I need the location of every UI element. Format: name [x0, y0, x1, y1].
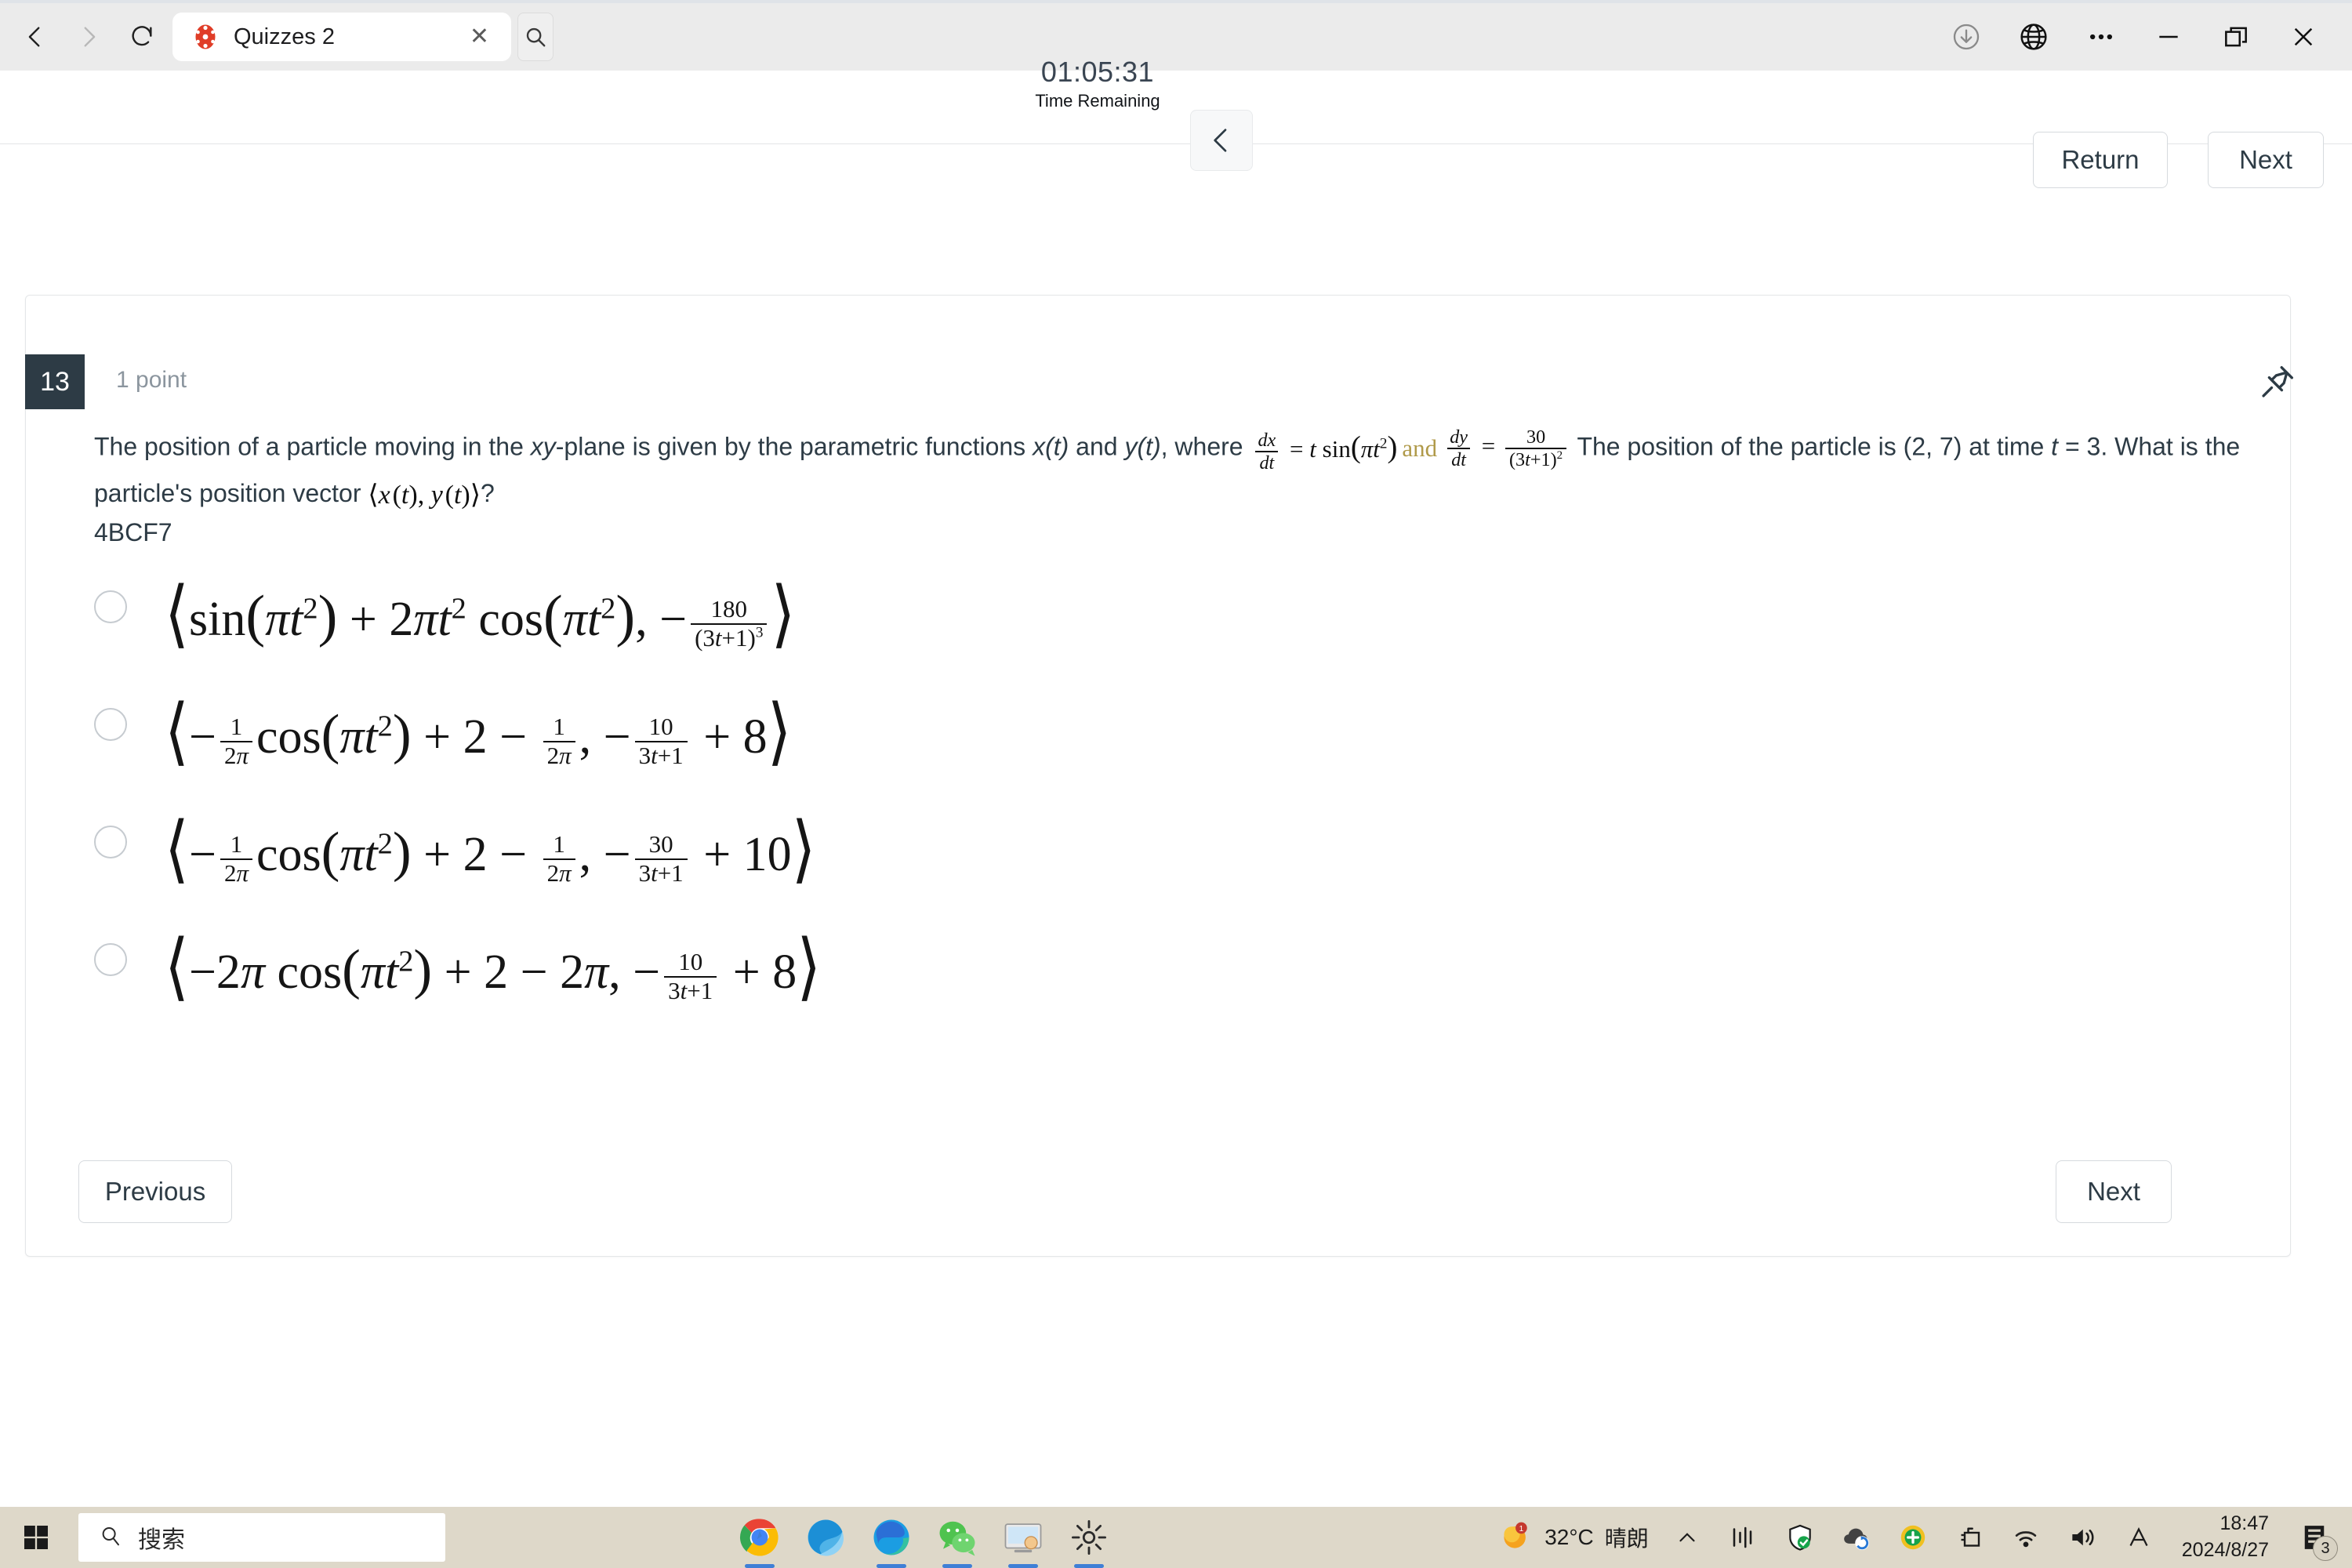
question-text-yt: y(t)	[1124, 432, 1161, 461]
browser-tab-title: Quizzes 2	[234, 24, 335, 49]
app-active-indicator	[942, 1564, 972, 1568]
question-text: The position of a particle moving in the…	[94, 423, 2281, 517]
option-b-math: ⟨− 1 2π cos(πt2) + 2 − 1 2π, −10 3t+1 + 8⟩	[165, 691, 792, 773]
previous-button[interactable]: Previous	[78, 1160, 232, 1223]
app-active-indicator	[877, 1564, 906, 1568]
question-body: The position of a particle moving in the…	[94, 423, 2281, 547]
window-controls	[1949, 20, 2352, 54]
search-icon	[99, 1524, 122, 1552]
option-c-math: ⟨− 1 2π cos(πt2) + 2 − 1 2π, −30 3t+1 + 10⟩	[165, 808, 816, 891]
browser-tab[interactable]: Quizzes 2 ✕	[172, 13, 511, 61]
more-horizontal-icon[interactable]	[2084, 20, 2118, 54]
question-points: 1 point	[116, 367, 187, 393]
question-text-xt: x(t)	[1033, 432, 1069, 461]
usb-eject-icon[interactable]	[1951, 1519, 1987, 1555]
windows-taskbar: 搜索 1 32°C 晴朗 18:47 2024/8/27 3	[0, 1507, 2352, 1568]
pin-icon[interactable]	[2258, 362, 2297, 401]
vector-notation: ⟨x (t), y (t)⟩	[368, 480, 481, 510]
taskbar-apps	[735, 1513, 1113, 1568]
tab-search-icon[interactable]	[517, 13, 554, 61]
clock-date: 2024/8/27	[2181, 1539, 2269, 1561]
option-d-math: ⟨−2π cos(πt2) + 2 − 2π, −10 3t+1 + 8⟩	[165, 926, 822, 1008]
settings-taskbar-icon[interactable]	[1065, 1513, 1113, 1568]
collapse-sidebar-button[interactable]	[1190, 110, 1253, 171]
quiz-header: 01:05:31 Time Remaining Return Next	[0, 58, 2352, 188]
svg-text:1: 1	[1519, 1525, 1524, 1534]
weather-condition: 晴朗	[1604, 1526, 1649, 1551]
notification-center-button[interactable]: 3	[2294, 1517, 2338, 1561]
edge-taskbar-icon[interactable]	[867, 1513, 916, 1568]
next-button-header[interactable]: Next	[2208, 132, 2324, 188]
option-a-math: ⟨sin(πt2) + 2πt2 cos(πt2), −180 (3t+1)3 ⟩	[165, 573, 796, 655]
volume-icon[interactable]	[2064, 1519, 2100, 1555]
ime-language-icon[interactable]	[2121, 1519, 2157, 1555]
option-a-row[interactable]: ⟨sin(πt2) + 2πt2 cos(πt2), −180 (3t+1)3 ⟩	[94, 573, 2211, 702]
question-text-and: and	[1069, 432, 1125, 461]
answer-options: ⟨sin(πt2) + 2πt2 cos(πt2), −180 (3t+1)3 ⟩ …	[94, 573, 2211, 1054]
globe-icon[interactable]	[2016, 20, 2051, 54]
forward-icon[interactable]	[71, 19, 107, 55]
wechat-taskbar-icon[interactable]	[933, 1513, 982, 1568]
question-text-p6: ?	[481, 478, 495, 507]
question-text-p2: -plane is given by the parametric functi…	[555, 432, 1033, 461]
remote-desktop-taskbar-icon[interactable]	[999, 1513, 1047, 1568]
question-card-footer: Previous Next	[25, 1160, 2291, 1248]
option-c-row[interactable]: ⟨− 1 2π cos(πt2) + 2 − 1 2π, −30 3t+1 + 10⟩	[94, 808, 2211, 937]
weather-widget[interactable]: 1 32°C 晴朗	[1499, 1519, 1649, 1557]
update-icon[interactable]	[1895, 1519, 1931, 1555]
audio-mixer-icon[interactable]	[1726, 1519, 1762, 1555]
question-text-p4: The position of the particle is (2, 7) a…	[1570, 432, 2052, 461]
question-text-xy: xy	[530, 432, 556, 461]
app-active-indicator	[1074, 1564, 1104, 1568]
windows-start-icon[interactable]	[0, 1507, 72, 1568]
system-tray: 1 32°C 晴朗 18:47 2024/8/27 3	[1499, 1511, 2352, 1564]
notification-count: 3	[2313, 1536, 2338, 1561]
browser-toolbar: Quizzes 2 ✕	[0, 3, 2352, 71]
taskbar-search-input[interactable]: 搜索	[78, 1513, 445, 1562]
option-c-radio[interactable]	[94, 826, 127, 858]
close-tab-icon[interactable]: ✕	[465, 22, 494, 52]
minimize-icon[interactable]	[2151, 20, 2186, 54]
question-number-badge: 13	[25, 354, 85, 409]
close-icon[interactable]	[2286, 20, 2321, 54]
formula-dy-dt: dy dt = 30 (3t+1)2	[1442, 426, 1570, 470]
option-b-row[interactable]: ⟨− 1 2π cos(πt2) + 2 − 1 2π, −10 3t+1 + 8⟩	[94, 691, 2211, 819]
wifi-icon[interactable]	[2008, 1519, 2044, 1555]
option-a-radio[interactable]	[94, 590, 127, 623]
taskbar-clock[interactable]: 18:47 2024/8/27	[2182, 1511, 2269, 1564]
option-b-radio[interactable]	[94, 708, 127, 741]
quiz-timer: 01:05:31 Time Remaining	[1027, 58, 1168, 111]
formula-conjunction: and	[1402, 434, 1438, 462]
canvas-lms-icon	[191, 23, 220, 51]
question-text-p3: , where	[1160, 432, 1250, 461]
taskbar-search-placeholder: 搜索	[138, 1527, 185, 1553]
show-hidden-icons-chevron[interactable]	[1669, 1519, 1705, 1555]
app-active-indicator	[745, 1564, 775, 1568]
option-d-row[interactable]: ⟨−2π cos(πt2) + 2 − 2π, −10 3t+1 + 8⟩	[94, 926, 2211, 1054]
screen: Quizzes 2 ✕ 01:05:31 Time Remaining Retu…	[0, 0, 2352, 1568]
download-circle-icon[interactable]	[1949, 20, 1984, 54]
navigation-buttons	[0, 19, 160, 55]
return-button[interactable]: Return	[2033, 132, 2168, 188]
app-active-indicator	[1008, 1564, 1038, 1568]
option-d-radio[interactable]	[94, 943, 127, 976]
restore-window-icon[interactable]	[2219, 20, 2253, 54]
onedrive-sync-icon[interactable]	[1838, 1519, 1875, 1555]
timer-value: 01:05:31	[1040, 56, 1155, 88]
formula-dx-dt: dx dt = t sin(πt2)	[1250, 423, 1397, 474]
timer-label: Time Remaining	[1035, 91, 1160, 111]
back-icon[interactable]	[17, 19, 53, 55]
security-shield-icon[interactable]	[1782, 1519, 1818, 1555]
question-code: 4BCF7	[94, 518, 172, 547]
chrome-taskbar-icon[interactable]	[735, 1513, 784, 1568]
firefox-taskbar-icon[interactable]	[801, 1513, 850, 1562]
weather-temperature: 32°C	[1544, 1525, 1594, 1549]
question-text-p1: The position of a particle moving in the	[94, 432, 531, 461]
reload-icon[interactable]	[124, 19, 160, 55]
question-text-t: t	[2051, 432, 2059, 461]
clock-time: 18:47	[2220, 1512, 2269, 1535]
weather-sun-icon: 1	[1499, 1519, 1534, 1557]
next-button-footer[interactable]: Next	[2056, 1160, 2172, 1223]
